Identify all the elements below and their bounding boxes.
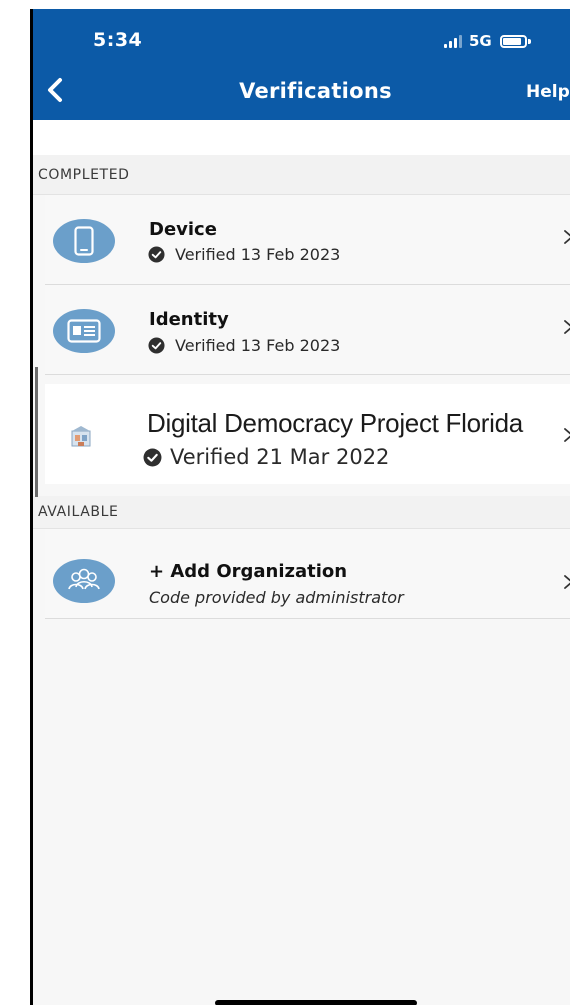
verified-check-icon — [148, 246, 165, 263]
status-time: 5:34 — [93, 29, 143, 51]
row-title: Device — [149, 219, 217, 240]
organization-logo-icon — [71, 426, 91, 447]
header-spacer — [33, 120, 570, 155]
row-title: Identity — [149, 309, 229, 330]
verified-check-icon — [143, 448, 162, 466]
verified-date: Verified 21 Mar 2022 — [170, 445, 390, 469]
row-status: Verified 21 Mar 2022 — [143, 445, 389, 469]
group-icon — [68, 568, 100, 590]
phone-icon — [74, 226, 94, 256]
add-organization-row[interactable]: + Add Organization Code provided by admi… — [45, 529, 570, 619]
identity-avatar — [53, 309, 115, 353]
status-indicators: 5G — [444, 31, 531, 51]
chevron-right-icon — [564, 320, 570, 334]
verified-date: Verified 13 Feb 2023 — [175, 336, 341, 355]
chevron-right-icon — [564, 575, 570, 589]
verification-row-organization[interactable]: Digital Democracy Project Florida Verifi… — [45, 384, 570, 484]
available-section-header: AVAILABLE — [33, 496, 570, 529]
completed-section-header: COMPLETED — [33, 155, 570, 195]
add-organization-avatar — [53, 559, 115, 603]
row-title: + Add Organization — [149, 561, 348, 582]
verification-row-device[interactable]: Device Verified 13 Feb 2023 — [45, 195, 570, 285]
row-subtitle: Code provided by administrator — [149, 588, 404, 607]
app-header: 5:34 5G Verifications Help — [33, 9, 570, 120]
signal-icon — [444, 34, 462, 48]
section-label-available: AVAILABLE — [38, 504, 119, 520]
scroll-accent — [35, 367, 38, 497]
id-card-icon — [67, 319, 101, 343]
battery-tip — [527, 38, 531, 44]
help-button[interactable]: Help — [526, 82, 570, 102]
row-status: Verified 13 Feb 2023 — [148, 336, 340, 355]
verified-check-icon — [148, 337, 165, 354]
page-title: Verifications — [239, 79, 392, 103]
verification-row-identity[interactable]: Identity Verified 13 Feb 2023 — [45, 285, 570, 375]
row-status: Verified 13 Feb 2023 — [148, 245, 340, 264]
battery-icon — [499, 34, 527, 48]
network-type: 5G — [469, 32, 492, 50]
section-label-completed: COMPLETED — [38, 167, 130, 183]
home-indicator[interactable] — [215, 1000, 417, 1005]
phone-screen: 5:34 5G Verifications Help COMPLETED Dev… — [33, 9, 570, 1005]
chevron-right-icon — [564, 230, 570, 244]
chevron-right-icon — [564, 428, 570, 442]
row-title: Digital Democracy Project Florida — [147, 408, 523, 438]
device-avatar — [53, 219, 115, 263]
verified-date: Verified 13 Feb 2023 — [175, 245, 341, 264]
